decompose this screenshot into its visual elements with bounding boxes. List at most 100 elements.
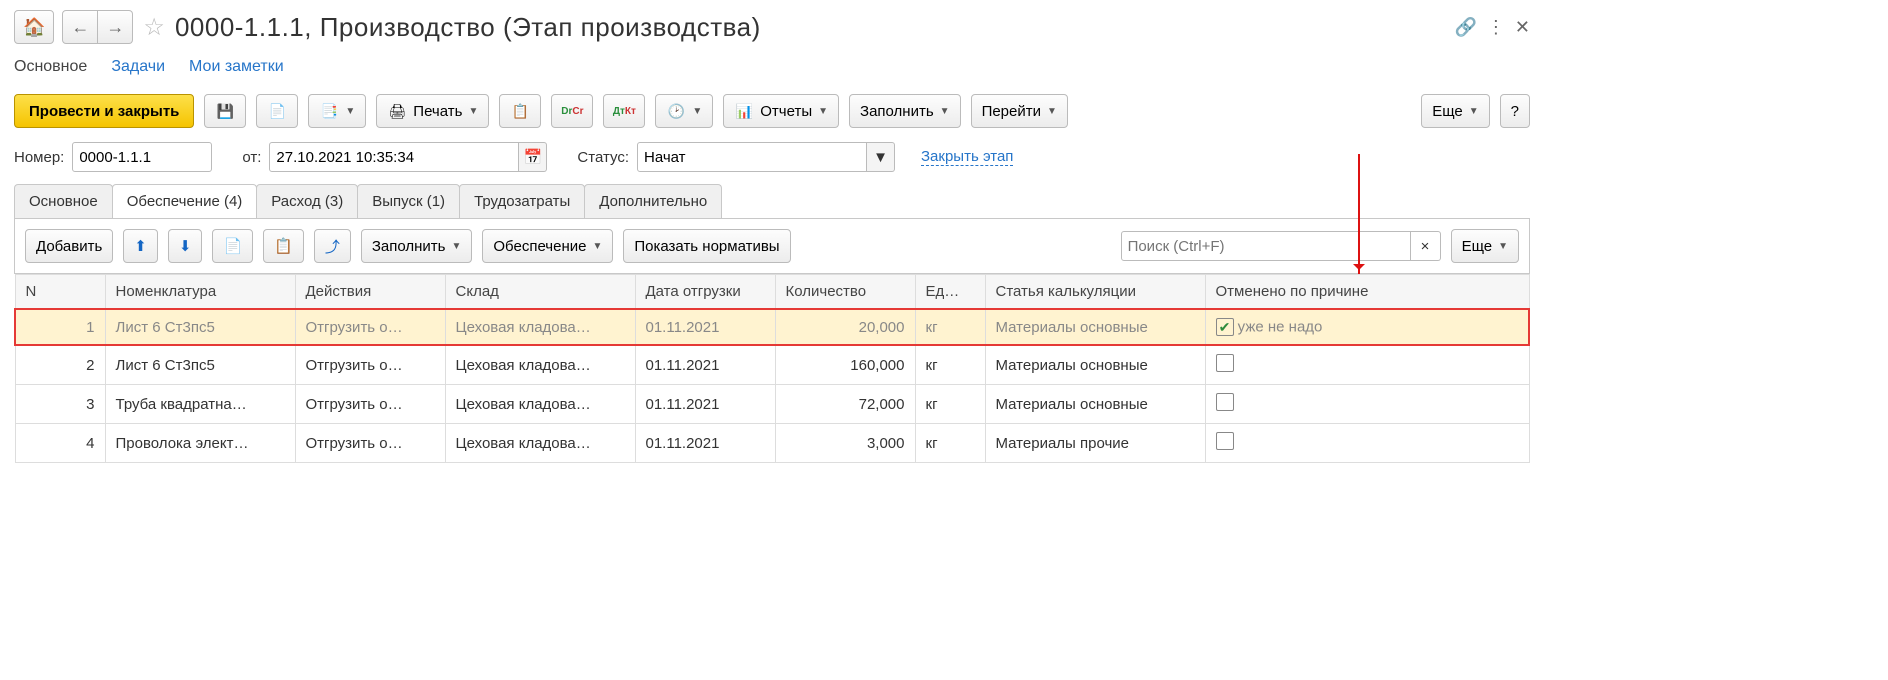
chevron-down-icon: ▼ bbox=[345, 106, 355, 117]
col-qty[interactable]: Количество bbox=[775, 275, 915, 310]
nav-forward-button[interactable]: → bbox=[98, 10, 133, 44]
nav-back-button[interactable]: ← bbox=[62, 10, 98, 44]
cell-qty: 160,000 bbox=[775, 345, 915, 385]
table-more-label: Еще bbox=[1462, 238, 1493, 255]
drcr-button[interactable]: DrCr bbox=[551, 94, 593, 128]
move-down-button[interactable]: ⬇ bbox=[168, 229, 203, 263]
status-label: Статус: bbox=[577, 149, 629, 166]
goto-label: Перейти bbox=[982, 103, 1041, 120]
table-row[interactable]: 3Труба квадратна…Отгрузить о…Цеховая кла… bbox=[15, 385, 1529, 424]
tab-output[interactable]: Выпуск (1) bbox=[357, 184, 460, 218]
chevron-down-icon: ▼ bbox=[1498, 241, 1508, 252]
table-more-button[interactable]: Еще ▼ bbox=[1451, 229, 1519, 263]
cell-unit: кг bbox=[915, 345, 985, 385]
cancel-checkbox[interactable] bbox=[1216, 432, 1234, 450]
chevron-down-icon: ▼ bbox=[592, 241, 602, 252]
clear-search-button[interactable]: × bbox=[1411, 231, 1441, 261]
cell-actions: Отгрузить о… bbox=[295, 424, 445, 463]
save-icon: 💾 bbox=[215, 101, 235, 121]
col-actions[interactable]: Действия bbox=[295, 275, 445, 310]
cell-n: 2 bbox=[15, 345, 105, 385]
post-and-close-button[interactable]: Провести и закрыть bbox=[14, 94, 194, 128]
arrow-up-icon: ⬆ bbox=[134, 237, 147, 255]
cell-calc: Материалы основные bbox=[985, 385, 1205, 424]
cancel-checkbox[interactable] bbox=[1216, 318, 1234, 336]
date-input[interactable] bbox=[269, 142, 519, 172]
cell-nomenclature: Труба квадратна… bbox=[105, 385, 295, 424]
close-icon: × bbox=[1421, 238, 1430, 255]
attachments-button[interactable]: 📋 bbox=[499, 94, 541, 128]
section-tab-notes[interactable]: Мои заметки bbox=[189, 58, 284, 76]
cell-qty: 20,000 bbox=[775, 309, 915, 345]
cell-nomenclature: Лист 6 Ст3пс5 bbox=[105, 345, 295, 385]
create-basis-icon: 📑 bbox=[319, 101, 339, 121]
cancel-reason-text: уже не надо bbox=[1238, 319, 1323, 336]
show-norms-button[interactable]: Показать нормативы bbox=[623, 229, 790, 263]
calendar-button[interactable]: 📅 bbox=[519, 142, 547, 172]
col-calc[interactable]: Статья калькуляции bbox=[985, 275, 1205, 310]
section-tab-main[interactable]: Основное bbox=[14, 58, 87, 76]
tab-main[interactable]: Основное bbox=[14, 184, 113, 218]
number-input[interactable] bbox=[72, 142, 212, 172]
col-n[interactable]: N bbox=[15, 275, 105, 310]
save-button[interactable]: 💾 bbox=[204, 94, 246, 128]
add-row-button[interactable]: Добавить bbox=[25, 229, 113, 263]
favorite-star-icon[interactable]: ☆ bbox=[143, 13, 165, 42]
cancel-checkbox[interactable] bbox=[1216, 393, 1234, 411]
home-button[interactable]: 🏠 bbox=[14, 10, 54, 44]
move-up-button[interactable]: ⬆ bbox=[123, 229, 158, 263]
cell-n: 1 bbox=[15, 309, 105, 345]
cell-calc: Материалы прочие bbox=[985, 424, 1205, 463]
link-icon[interactable]: 🔗 bbox=[1454, 17, 1476, 38]
col-nomenclature[interactable]: Номенклатура bbox=[105, 275, 295, 310]
section-tab-tasks[interactable]: Задачи bbox=[111, 58, 165, 76]
status-dropdown-button[interactable]: ▼ bbox=[867, 142, 895, 172]
col-cancel[interactable]: Отменено по причине bbox=[1205, 275, 1529, 310]
reports-icon: 📊 bbox=[734, 101, 754, 121]
paste-row-button[interactable]: 📋 bbox=[263, 229, 304, 263]
cell-actions: Отгрузить о… bbox=[295, 309, 445, 345]
search-input[interactable] bbox=[1121, 231, 1411, 261]
basis-button[interactable]: 📑▼ bbox=[308, 94, 366, 128]
cell-ship-date: 01.11.2021 bbox=[635, 424, 775, 463]
status-input[interactable] bbox=[637, 142, 867, 172]
tab-consumption[interactable]: Расход (3) bbox=[256, 184, 358, 218]
table-header-row: N Номенклатура Действия Склад Дата отгру… bbox=[15, 275, 1529, 310]
col-unit[interactable]: Ед… bbox=[915, 275, 985, 310]
cell-nomenclature: Проволока элект… bbox=[105, 424, 295, 463]
main-toolbar: Провести и закрыть 💾 📄 📑▼ 🖨Печать▼ 📋 DrC… bbox=[14, 94, 1530, 128]
history-button[interactable]: 🕑▼ bbox=[655, 94, 713, 128]
post-button[interactable]: 📄 bbox=[256, 94, 298, 128]
share-button[interactable]: ⤴ bbox=[314, 229, 351, 263]
more-button[interactable]: Еще▼ bbox=[1421, 94, 1489, 128]
chevron-down-icon: ▼ bbox=[692, 106, 702, 117]
tab-supply[interactable]: Обеспечение (4) bbox=[112, 184, 258, 218]
table-row[interactable]: 2Лист 6 Ст3пс5Отгрузить о…Цеховая кладов… bbox=[15, 345, 1529, 385]
copy-row-button[interactable]: 📄 bbox=[212, 229, 253, 263]
print-button[interactable]: 🖨Печать▼ bbox=[376, 94, 489, 128]
cancel-checkbox[interactable] bbox=[1216, 354, 1234, 372]
dtkt-button[interactable]: ДтКт bbox=[603, 94, 645, 128]
close-icon[interactable]: ✕ bbox=[1515, 17, 1530, 38]
close-stage-link[interactable]: Закрыть этап bbox=[921, 148, 1013, 166]
goto-button[interactable]: Перейти ▼ bbox=[971, 94, 1068, 128]
tab-labor[interactable]: Трудозатраты bbox=[459, 184, 585, 218]
cell-cancel bbox=[1205, 424, 1529, 463]
copy-icon: 📄 bbox=[223, 237, 242, 255]
cell-cancel bbox=[1205, 385, 1529, 424]
kebab-menu-icon[interactable]: ⋮ bbox=[1487, 17, 1505, 38]
cell-qty: 3,000 bbox=[775, 424, 915, 463]
table-fill-button[interactable]: Заполнить▼ bbox=[361, 229, 473, 263]
tab-additional[interactable]: Дополнительно bbox=[584, 184, 722, 218]
clock-icon: 🕑 bbox=[666, 101, 686, 121]
supply-button[interactable]: Обеспечение▼ bbox=[482, 229, 613, 263]
fill-button[interactable]: Заполнить▼ bbox=[849, 94, 961, 128]
help-button[interactable]: ? bbox=[1500, 94, 1530, 128]
reports-button[interactable]: 📊Отчеты▼ bbox=[723, 94, 839, 128]
chevron-down-icon: ▼ bbox=[1047, 106, 1057, 117]
cell-nomenclature: Лист 6 Ст3пс5 bbox=[105, 309, 295, 345]
table-row[interactable]: 1Лист 6 Ст3пс5Отгрузить о…Цеховая кладов… bbox=[15, 309, 1529, 345]
col-ship-date[interactable]: Дата отгрузки bbox=[635, 275, 775, 310]
col-warehouse[interactable]: Склад bbox=[445, 275, 635, 310]
table-row[interactable]: 4Проволока элект…Отгрузить о…Цеховая кла… bbox=[15, 424, 1529, 463]
